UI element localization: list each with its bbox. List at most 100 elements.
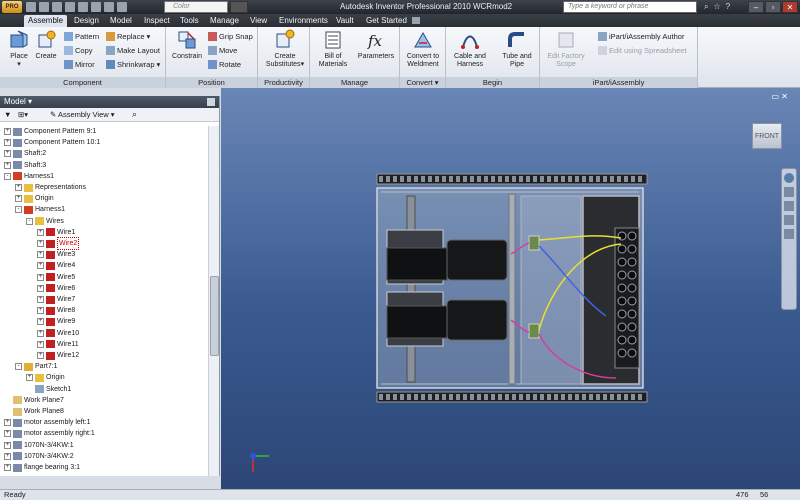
select-icon[interactable] bbox=[91, 2, 101, 12]
tree-item[interactable]: + Origin bbox=[26, 372, 65, 383]
create-substitutes-button[interactable]: Create Substitutes▾ bbox=[264, 29, 306, 69]
mirror-button[interactable]: Mirror bbox=[64, 59, 95, 70]
expand-icon[interactable]: + bbox=[4, 430, 11, 438]
expand-icon[interactable]: + bbox=[37, 240, 44, 247]
color-override-icon[interactable] bbox=[230, 1, 248, 13]
constrain-button[interactable]: Constrain bbox=[168, 29, 206, 61]
binoculars-icon[interactable]: ⌕ bbox=[132, 109, 137, 120]
expand-icon[interactable]: + bbox=[37, 273, 44, 281]
bill-of-materials-button[interactable]: Bill of Materials bbox=[314, 29, 352, 69]
expand-icon[interactable]: + bbox=[37, 340, 44, 348]
return-icon[interactable] bbox=[117, 2, 127, 12]
maximize-button[interactable]: ▫ bbox=[765, 1, 781, 13]
tree-item[interactable]: + motor assembly right:1 bbox=[4, 428, 95, 439]
tree-item[interactable]: + Representations bbox=[15, 182, 86, 193]
application-menu-button[interactable]: PRO bbox=[2, 1, 22, 13]
convert-to-weldment-button[interactable]: Convert to Weldment bbox=[402, 29, 444, 69]
tree-item[interactable]: Work Plane8 bbox=[4, 406, 64, 417]
tab-vault[interactable]: Vault bbox=[332, 15, 358, 27]
expand-icon[interactable]: + bbox=[26, 374, 33, 382]
color-dropdown[interactable]: Color bbox=[164, 1, 228, 13]
expand-icon[interactable]: + bbox=[4, 128, 11, 135]
tab-model[interactable]: Model bbox=[106, 15, 136, 27]
make-layout-button[interactable]: Make Layout bbox=[106, 45, 160, 56]
collapse-icon[interactable]: - bbox=[15, 206, 22, 214]
tree-item[interactable]: +1070N-3/4KW:2 bbox=[4, 451, 74, 462]
parameters-button[interactable]: fx Parameters bbox=[356, 29, 396, 61]
tree-item[interactable]: - Harness1 bbox=[4, 171, 54, 182]
tab-assemble[interactable]: Assemble bbox=[24, 15, 68, 27]
expand-icon[interactable]: + bbox=[4, 441, 11, 449]
tree-item[interactable]: + Component Pattern 9:1 bbox=[4, 126, 96, 137]
edit-factory-scope-button[interactable]: Edit Factory Scope bbox=[542, 29, 590, 69]
tree-item[interactable]: + Wire5 bbox=[37, 272, 75, 283]
expand-icon[interactable]: + bbox=[4, 464, 11, 471]
copy-button[interactable]: Copy bbox=[64, 45, 93, 56]
tree-item[interactable]: + Wire8 bbox=[37, 305, 75, 316]
tab-tools[interactable]: Tools bbox=[176, 15, 203, 27]
cable-and-harness-button[interactable]: Cable and Harness bbox=[448, 29, 492, 69]
rotate-button[interactable]: Rotate bbox=[208, 59, 241, 70]
expand-icon[interactable]: + bbox=[4, 419, 11, 427]
grip-snap-button[interactable]: Grip Snap bbox=[208, 31, 253, 42]
expand-icon[interactable]: + bbox=[4, 161, 11, 169]
tree-item[interactable]: + Wire10 bbox=[37, 328, 79, 339]
expand-icon[interactable]: + bbox=[37, 318, 44, 326]
help-icon[interactable]: ? bbox=[726, 2, 730, 12]
minimize-ribbon-icon[interactable] bbox=[412, 17, 420, 24]
tree-item[interactable]: - Harness1 bbox=[15, 204, 65, 215]
expand-icon[interactable]: + bbox=[4, 452, 11, 460]
expand-icon[interactable]: + bbox=[37, 251, 44, 259]
expand-collapse-icon[interactable]: ⊞▾ bbox=[18, 110, 28, 119]
collapse-icon[interactable]: - bbox=[4, 172, 11, 180]
expand-icon[interactable]: + bbox=[37, 284, 44, 292]
collapse-icon[interactable]: - bbox=[26, 217, 33, 225]
redo-icon[interactable] bbox=[78, 2, 88, 12]
tree-item[interactable]: + Wire11 bbox=[37, 339, 79, 350]
tree-item[interactable]: + Shaft:3 bbox=[4, 160, 46, 171]
save-icon[interactable] bbox=[52, 2, 62, 12]
expand-icon[interactable]: + bbox=[37, 262, 44, 270]
tab-design[interactable]: Design bbox=[70, 15, 103, 27]
tree-item[interactable]: - Part7:1 bbox=[15, 361, 58, 372]
tree-item[interactable]: + Origin bbox=[15, 193, 54, 204]
tab-inspect[interactable]: Inspect bbox=[140, 15, 174, 27]
assembly-view-dropdown[interactable]: ✎ Assembly View ▾ bbox=[50, 110, 115, 119]
update-icon[interactable] bbox=[104, 2, 114, 12]
expand-icon[interactable]: + bbox=[37, 307, 44, 315]
browser-scrollbar[interactable] bbox=[208, 126, 219, 476]
tree-item[interactable]: + Wire4 bbox=[37, 260, 75, 271]
tube-and-pipe-button[interactable]: Tube and Pipe bbox=[496, 29, 538, 69]
search-input[interactable]: Type a keyword or phrase bbox=[563, 1, 697, 13]
tree-item[interactable]: Work Plane7 bbox=[4, 395, 64, 406]
tree-item[interactable]: + Component Pattern 10:1 bbox=[4, 137, 100, 148]
expand-icon[interactable]: + bbox=[37, 228, 44, 236]
graphics-viewport[interactable]: ▭ ✕ FRONT bbox=[221, 88, 800, 489]
ipart-author-button[interactable]: iPart/iAssembly Author bbox=[598, 31, 684, 42]
open-icon[interactable] bbox=[39, 2, 49, 12]
tree-item[interactable]: + Wire7 bbox=[37, 294, 75, 305]
tree-item[interactable]: + Wire3 bbox=[37, 249, 75, 260]
close-button[interactable]: ✕ bbox=[782, 1, 798, 13]
tab-environments[interactable]: Environments bbox=[275, 15, 332, 27]
minimize-button[interactable]: – bbox=[748, 1, 764, 13]
pattern-button[interactable]: Pattern bbox=[64, 31, 99, 42]
tree-item[interactable]: + Wire12 bbox=[37, 350, 79, 361]
move-button[interactable]: Move bbox=[208, 45, 237, 56]
tree-item[interactable]: +1070N-3/4KW:1 bbox=[4, 440, 74, 451]
new-icon[interactable] bbox=[26, 2, 36, 12]
tree-item[interactable]: - Wires bbox=[26, 216, 64, 227]
replace-button[interactable]: Replace ▾ bbox=[106, 31, 150, 42]
tab-manage[interactable]: Manage bbox=[206, 15, 243, 27]
expand-icon[interactable]: + bbox=[4, 139, 11, 147]
tree-item[interactable]: + Shaft:2 bbox=[4, 148, 46, 159]
scrollbar-thumb[interactable] bbox=[210, 276, 219, 356]
expand-icon[interactable]: + bbox=[37, 352, 44, 359]
convert-panel-label[interactable]: Convert ▾ bbox=[400, 77, 445, 88]
collapse-icon[interactable]: - bbox=[15, 363, 22, 371]
pin-icon[interactable] bbox=[207, 98, 215, 106]
tab-get-started[interactable]: Get Started bbox=[362, 15, 411, 27]
tree-item[interactable]: + Wire2 bbox=[37, 237, 80, 250]
shrinkwrap-button[interactable]: Shrinkwrap ▾ bbox=[106, 59, 160, 70]
browser-title[interactable]: Model bbox=[4, 97, 26, 106]
